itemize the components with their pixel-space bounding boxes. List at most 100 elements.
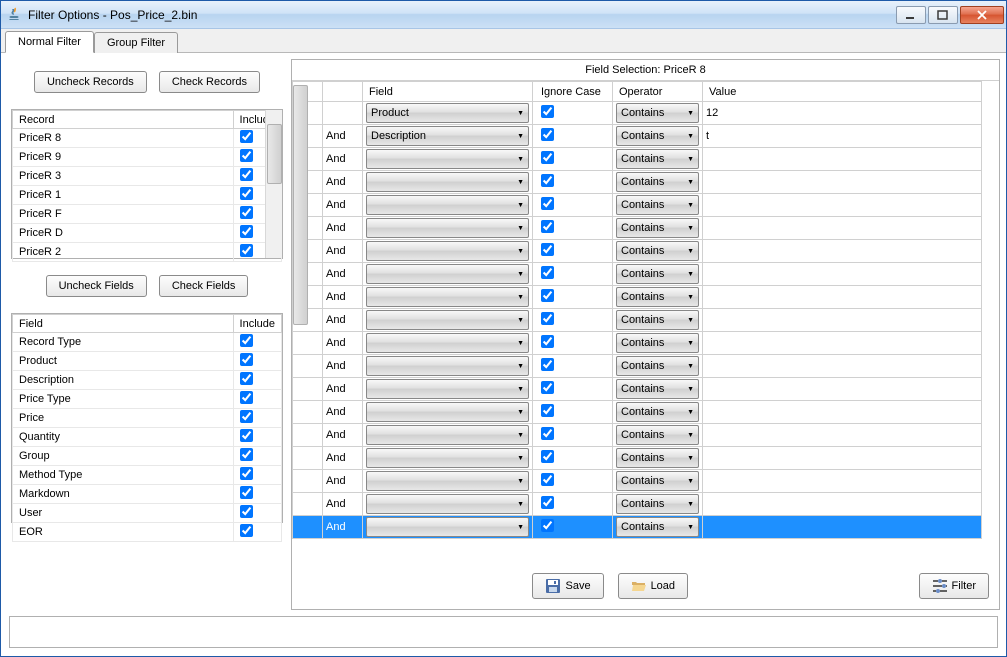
tab-normal-filter[interactable]: Normal Filter: [5, 31, 94, 53]
filter-value-cell[interactable]: [703, 286, 982, 309]
field-row[interactable]: Record Type: [13, 333, 282, 352]
record-include-checkbox[interactable]: [240, 168, 253, 181]
maximize-button[interactable]: [928, 6, 958, 24]
filter-ignorecase-checkbox[interactable]: [541, 519, 554, 532]
filter-row[interactable]: And Contains: [293, 194, 982, 217]
filter-operator-combo[interactable]: Contains: [616, 218, 699, 238]
field-row[interactable]: Description: [13, 371, 282, 390]
filter-field-combo[interactable]: [366, 149, 529, 169]
filter-row[interactable]: And Contains: [293, 171, 982, 194]
filter-operator-combo[interactable]: Contains: [616, 264, 699, 284]
filter-row[interactable]: And Contains: [293, 378, 982, 401]
filter-value-cell[interactable]: [703, 493, 982, 516]
filter-header-ignore[interactable]: Ignore Case: [533, 82, 613, 102]
filter-operator-combo[interactable]: Contains: [616, 103, 699, 123]
filter-ignorecase-checkbox[interactable]: [541, 266, 554, 279]
minimize-button[interactable]: [896, 6, 926, 24]
filter-andor-cell[interactable]: And: [323, 332, 363, 355]
filter-value-cell[interactable]: 12: [703, 102, 982, 125]
filter-andor-cell[interactable]: And: [323, 493, 363, 516]
filter-andor-cell[interactable]: And: [323, 447, 363, 470]
filter-value-cell[interactable]: [703, 516, 982, 539]
field-include-checkbox[interactable]: [240, 486, 253, 499]
uncheck-fields-button[interactable]: Uncheck Fields: [46, 275, 147, 297]
records-header-record[interactable]: Record: [13, 111, 234, 129]
filter-header-field[interactable]: Field: [363, 82, 533, 102]
record-row[interactable]: PriceR 3: [13, 167, 282, 186]
field-row[interactable]: Markdown: [13, 485, 282, 504]
filter-ignorecase-checkbox[interactable]: [541, 335, 554, 348]
filter-field-combo[interactable]: [366, 471, 529, 491]
filter-andor-cell[interactable]: And: [323, 470, 363, 493]
filter-row[interactable]: And Contains: [293, 355, 982, 378]
filter-value-cell[interactable]: [703, 447, 982, 470]
record-include-checkbox[interactable]: [240, 187, 253, 200]
filter-operator-combo[interactable]: Contains: [616, 448, 699, 468]
filter-field-combo[interactable]: [366, 494, 529, 514]
record-include-checkbox[interactable]: [240, 206, 253, 219]
tab-group-filter[interactable]: Group Filter: [94, 32, 178, 53]
check-fields-button[interactable]: Check Fields: [159, 275, 249, 297]
field-include-checkbox[interactable]: [240, 353, 253, 366]
filter-value-cell[interactable]: [703, 240, 982, 263]
filter-button[interactable]: Filter: [919, 573, 989, 599]
filter-value-cell[interactable]: [703, 148, 982, 171]
record-include-checkbox[interactable]: [240, 149, 253, 162]
filter-operator-combo[interactable]: Contains: [616, 333, 699, 353]
field-include-checkbox[interactable]: [240, 429, 253, 442]
record-include-checkbox[interactable]: [240, 130, 253, 143]
filter-operator-combo[interactable]: Contains: [616, 126, 699, 146]
filter-header-operator[interactable]: Operator: [613, 82, 703, 102]
filter-row[interactable]: And Contains: [293, 424, 982, 447]
filter-ignorecase-checkbox[interactable]: [541, 450, 554, 463]
load-button[interactable]: Load: [618, 573, 688, 599]
filter-row[interactable]: And Contains: [293, 447, 982, 470]
filter-andor-cell[interactable]: And: [323, 148, 363, 171]
filter-ignorecase-checkbox[interactable]: [541, 243, 554, 256]
filter-ignorecase-checkbox[interactable]: [541, 381, 554, 394]
filter-value-cell[interactable]: [703, 470, 982, 493]
field-include-checkbox[interactable]: [240, 334, 253, 347]
filter-row[interactable]: And Contains: [293, 217, 982, 240]
filter-ignorecase-checkbox[interactable]: [541, 174, 554, 187]
filter-field-combo[interactable]: [366, 287, 529, 307]
filter-andor-cell[interactable]: And: [323, 125, 363, 148]
filter-row[interactable]: And Description Contains t: [293, 125, 982, 148]
save-button[interactable]: Save: [532, 573, 603, 599]
filter-andor-cell[interactable]: And: [323, 516, 363, 539]
filter-row[interactable]: And Contains: [293, 148, 982, 171]
filter-field-combo[interactable]: [366, 425, 529, 445]
filter-row[interactable]: And Contains: [293, 332, 982, 355]
status-field[interactable]: [9, 616, 998, 648]
check-records-button[interactable]: Check Records: [159, 71, 260, 93]
filter-value-cell[interactable]: [703, 332, 982, 355]
field-include-checkbox[interactable]: [240, 391, 253, 404]
field-row[interactable]: User: [13, 504, 282, 523]
filter-andor-cell[interactable]: [323, 102, 363, 125]
field-include-checkbox[interactable]: [240, 410, 253, 423]
filter-value-cell[interactable]: [703, 171, 982, 194]
field-row[interactable]: Price: [13, 409, 282, 428]
filter-operator-combo[interactable]: Contains: [616, 287, 699, 307]
filter-field-combo[interactable]: [366, 448, 529, 468]
fields-header-field[interactable]: Field: [13, 315, 234, 333]
filter-field-combo[interactable]: [366, 172, 529, 192]
record-row[interactable]: PriceR 9: [13, 148, 282, 167]
filter-andor-cell[interactable]: And: [323, 355, 363, 378]
filter-ignorecase-checkbox[interactable]: [541, 427, 554, 440]
filter-ignorecase-checkbox[interactable]: [541, 151, 554, 164]
filter-value-cell[interactable]: [703, 263, 982, 286]
field-row[interactable]: Quantity: [13, 428, 282, 447]
filter-value-cell[interactable]: [703, 424, 982, 447]
filter-ignorecase-checkbox[interactable]: [541, 289, 554, 302]
record-row[interactable]: PriceR F: [13, 205, 282, 224]
filter-field-combo[interactable]: [366, 241, 529, 261]
field-row[interactable]: Method Type: [13, 466, 282, 485]
filter-andor-cell[interactable]: And: [323, 194, 363, 217]
filter-operator-combo[interactable]: Contains: [616, 149, 699, 169]
field-include-checkbox[interactable]: [240, 467, 253, 480]
filter-operator-combo[interactable]: Contains: [616, 517, 699, 537]
filter-andor-cell[interactable]: And: [323, 378, 363, 401]
close-button[interactable]: [960, 6, 1004, 24]
record-include-checkbox[interactable]: [240, 244, 253, 257]
